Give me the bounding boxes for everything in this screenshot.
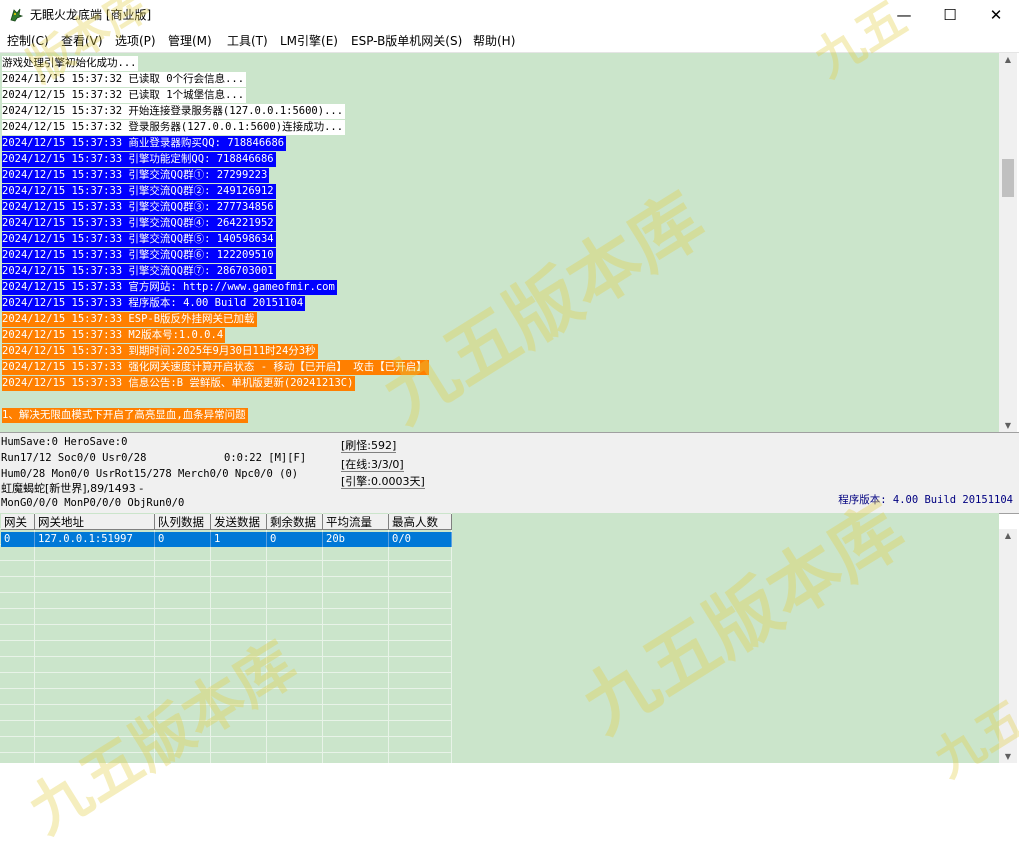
menu-manage[interactable]: 管理(M) bbox=[168, 33, 212, 49]
grid-col-line bbox=[154, 513, 155, 763]
menu-view[interactable]: 查看(V) bbox=[61, 33, 103, 49]
cell-traffic: 20b bbox=[323, 532, 389, 547]
maximize-icon: ☐ bbox=[943, 6, 957, 24]
menu-control[interactable]: 控制(C) bbox=[7, 33, 49, 49]
grid-col-line bbox=[451, 513, 452, 763]
menu-tools[interactable]: 工具(T) bbox=[227, 33, 268, 49]
grid-col-line bbox=[266, 513, 267, 763]
log-line: 1、解决无限血模式下开启了高亮显血,血条异常问题 bbox=[2, 408, 248, 423]
log-line: 2024/12/15 15:37:33 引擎功能定制QQ: 718846686 bbox=[2, 152, 276, 167]
grid-col-line bbox=[388, 513, 389, 763]
log-line: 2024/12/15 15:37:33 引擎交流QQ群①: 27299223 bbox=[2, 168, 270, 183]
refresh-monster-label: [刷怪:592] bbox=[341, 439, 397, 453]
col-header-address[interactable]: 网关地址 bbox=[35, 514, 155, 530]
dragon-app-icon bbox=[10, 8, 24, 22]
log-line: 2024/12/15 15:37:33 强化网关速度计算开启状态 - 移动【已开… bbox=[2, 360, 429, 375]
title-bar: 无眠火龙底端 [商业版] — ☐ ✕ bbox=[0, 0, 1019, 30]
table-scrollbar[interactable]: ▲ ▼ bbox=[999, 529, 1017, 763]
status-monster: 虹魔蝎蛇[新世界],89/1493 - bbox=[1, 482, 144, 495]
minimize-button[interactable]: — bbox=[881, 0, 927, 30]
log-line: 2024/12/15 15:37:33 M2版本号:1.0.0.4 bbox=[2, 328, 226, 343]
col-header-queue[interactable]: 队列数据 bbox=[155, 514, 211, 530]
close-icon: ✕ bbox=[989, 6, 1003, 24]
scroll-thumb[interactable] bbox=[1002, 159, 1014, 197]
log-line: 2024/12/15 15:37:32 已读取 0个行会信息... bbox=[2, 72, 247, 87]
log-line: 2024/12/15 15:37:33 引擎交流QQ群⑦: 286703001 bbox=[2, 264, 276, 279]
log-line: 2024/12/15 15:37:33 信息公告:B 尝鲜版、单机版更新(202… bbox=[2, 376, 356, 391]
menu-lm-engine[interactable]: LM引擎(E) bbox=[280, 33, 338, 49]
log-line: 2024/12/15 15:37:33 引擎交流QQ群⑥: 122209510 bbox=[2, 248, 276, 263]
cell-remaining: 0 bbox=[267, 532, 323, 547]
log-line: 2024/12/15 15:37:32 已读取 1个城堡信息... bbox=[2, 88, 247, 103]
status-mon: MonG0/0/0 MonP0/0/0 ObjRun0/0 bbox=[1, 497, 185, 509]
col-header-max-users[interactable]: 最高人数 bbox=[389, 514, 452, 530]
log-line: 2024/12/15 15:37:33 商业登录器购买QQ: 718846686 bbox=[2, 136, 287, 151]
grid-col-line bbox=[322, 513, 323, 763]
log-line: 2024/12/15 15:37:32 开始连接登录服务器(127.0.0.1:… bbox=[2, 104, 346, 119]
status-panel: HumSave:0 HeroSave:0 Run17/12 Soc0/0 Usr… bbox=[0, 432, 1019, 514]
cell-gateway: 0 bbox=[1, 532, 35, 547]
cell-sent: 1 bbox=[211, 532, 267, 547]
status-hum: Hum0/28 Mon0/0 UsrRot15/278 Merch0/0 Npc… bbox=[1, 468, 299, 480]
online-label: [在线:3/3/0] bbox=[341, 458, 404, 472]
menu-esp-gateway[interactable]: ESP-B版单机网关(S) bbox=[351, 33, 462, 49]
scroll-down-icon[interactable]: ▼ bbox=[999, 752, 1017, 761]
grid-col-line bbox=[210, 513, 211, 763]
log-line: 游戏处理引擎初始化成功... bbox=[2, 56, 139, 71]
col-header-remaining[interactable]: 剩余数据 bbox=[267, 514, 323, 530]
col-header-gateway[interactable]: 网关 bbox=[1, 514, 35, 530]
log-line: 2024/12/15 15:37:33 ESP-B版反外挂网关已加载 bbox=[2, 312, 257, 327]
status-timer: 0:0:22 [M][F] bbox=[224, 452, 307, 464]
log-scrollbar[interactable]: ▲ ▼ bbox=[999, 53, 1017, 432]
log-line: 2024/12/15 15:37:33 引擎交流QQ群④: 264221952 bbox=[2, 216, 276, 231]
cell-queue: 0 bbox=[155, 532, 211, 547]
scroll-up-icon[interactable]: ▲ bbox=[999, 531, 1017, 540]
log-line: 2024/12/15 15:37:33 程序版本: 4.00 Build 201… bbox=[2, 296, 306, 311]
engine-label: [引擎:0.0003天] bbox=[341, 475, 425, 489]
scroll-up-icon[interactable]: ▲ bbox=[999, 55, 1017, 64]
cell-max-users: 0/0 bbox=[389, 532, 452, 547]
menu-bar: 控制(C) 查看(V) 选项(P) 管理(M) 工具(T) LM引擎(E) ES… bbox=[0, 30, 1019, 53]
maximize-button[interactable]: ☐ bbox=[927, 0, 973, 30]
menu-options[interactable]: 选项(P) bbox=[115, 33, 156, 49]
log-line: 2024/12/15 15:37:33 引擎交流QQ群②: 249126912 bbox=[2, 184, 276, 199]
menu-help[interactable]: 帮助(H) bbox=[473, 33, 515, 49]
minimize-icon: — bbox=[896, 6, 912, 24]
col-header-sent[interactable]: 发送数据 bbox=[211, 514, 267, 530]
cell-address: 127.0.0.1:51997 bbox=[35, 532, 155, 547]
gateway-table[interactable]: 网关 网关地址 队列数据 发送数据 剩余数据 平均流量 最高人数 0 127.0… bbox=[0, 513, 999, 763]
log-panel[interactable]: 游戏处理引擎初始化成功... 2024/12/15 15:37:32 已读取 0… bbox=[0, 53, 999, 432]
log-line: 2024/12/15 15:37:33 官方网站: http://www.gam… bbox=[2, 280, 337, 295]
grid-col-line bbox=[34, 513, 35, 763]
log-line: 2024/12/15 15:37:32 登录服务器(127.0.0.1:5600… bbox=[2, 120, 346, 135]
close-button[interactable]: ✕ bbox=[973, 0, 1019, 30]
scroll-down-icon[interactable]: ▼ bbox=[999, 421, 1017, 430]
log-line: 2024/12/15 15:37:33 到期时间:2025年9月30日11时24… bbox=[2, 344, 318, 359]
program-version: 程序版本: 4.00 Build 20151104 bbox=[838, 494, 1013, 506]
status-run: Run17/12 Soc0/0 Usr0/28 bbox=[1, 452, 147, 464]
log-line: 2024/12/15 15:37:33 引擎交流QQ群③: 277734856 bbox=[2, 200, 276, 215]
window-title: 无眠火龙底端 [商业版] bbox=[30, 8, 152, 22]
status-save: HumSave:0 HeroSave:0 bbox=[1, 436, 128, 448]
grid-lines bbox=[0, 513, 452, 763]
log-line: 2024/12/15 15:37:33 引擎交流QQ群⑤: 140598634 bbox=[2, 232, 276, 247]
col-header-traffic[interactable]: 平均流量 bbox=[323, 514, 389, 530]
